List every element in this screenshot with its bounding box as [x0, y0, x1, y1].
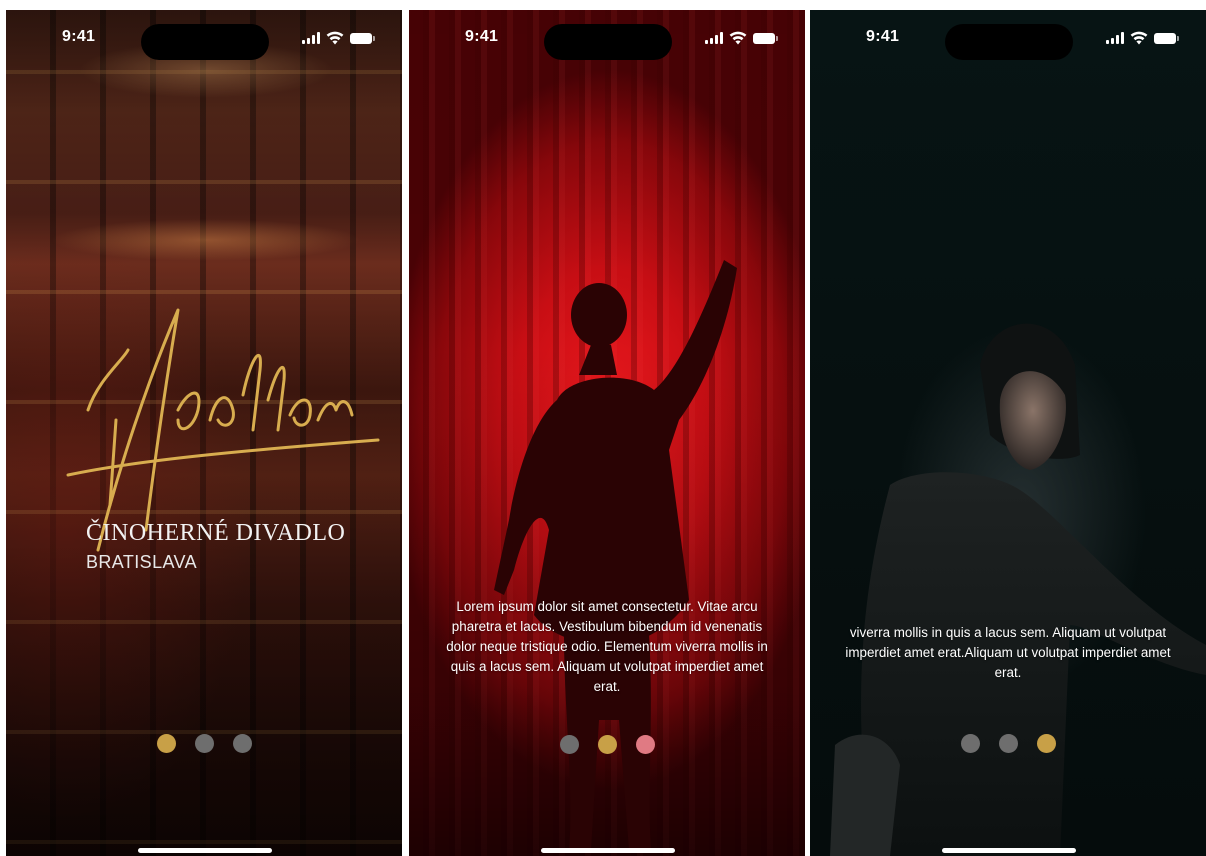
battery-icon [753, 32, 778, 44]
page-dot-1[interactable] [559, 735, 579, 754]
page-dot-3[interactable] [232, 734, 252, 753]
theatre-name: ČINOHERNÉ DIVADLO [86, 520, 346, 546]
wifi-icon [1130, 31, 1148, 45]
page-dot-1[interactable] [960, 734, 980, 753]
home-indicator[interactable] [138, 848, 272, 853]
system-icons [302, 31, 375, 45]
onboarding-screen-intro-1: 9:41 Lorem ipsum dolor sit amet consecte… [409, 10, 805, 856]
page-dot-2[interactable] [998, 734, 1018, 753]
status-time: 9:41 [866, 28, 900, 45]
signal-icon [1106, 32, 1124, 44]
status-time: 9:41 [465, 28, 499, 45]
status-bar: 9:41 [810, 24, 1206, 60]
battery-icon [1154, 32, 1179, 44]
intro-description: Lorem ipsum dolor sit amet consectetur. … [446, 599, 768, 694]
dynamic-island [945, 24, 1073, 60]
dancer-figure [830, 323, 1206, 856]
page-indicator[interactable] [6, 734, 402, 753]
dynamic-island [544, 24, 672, 60]
theatre-city: BRATISLAVA [86, 552, 198, 572]
page-indicator[interactable] [409, 735, 805, 754]
home-indicator[interactable] [541, 848, 675, 853]
wifi-icon [729, 31, 747, 45]
signal-icon [705, 32, 723, 44]
onboarding-screen-intro-2: 9:41 viverra mollis in quis a lacus sem.… [810, 10, 1206, 856]
battery-icon [350, 32, 375, 44]
home-indicator[interactable] [942, 848, 1076, 853]
page-indicator[interactable] [810, 734, 1206, 753]
system-icons [1106, 31, 1179, 45]
status-bar: 9:41 [6, 24, 402, 60]
onboarding-screen-splash: 9:41 ČINOHERNÉ DIVADLO BRATISLAVA [6, 10, 402, 856]
system-icons [705, 31, 778, 45]
signal-icon [302, 32, 320, 44]
page-dot-3[interactable] [1036, 734, 1056, 753]
dynamic-island [141, 24, 269, 60]
status-time: 9:41 [62, 28, 96, 45]
status-bar: 9:41 [409, 24, 805, 60]
page-dot-3[interactable] [635, 735, 655, 754]
page-dot-2[interactable] [597, 735, 617, 754]
intro-description: viverra mollis in quis a lacus sem. Aliq… [845, 625, 1171, 680]
page-dot-2[interactable] [194, 734, 214, 753]
dancer-silhouette [494, 260, 737, 850]
page-dot-1[interactable] [156, 734, 176, 753]
wifi-icon [326, 31, 344, 45]
